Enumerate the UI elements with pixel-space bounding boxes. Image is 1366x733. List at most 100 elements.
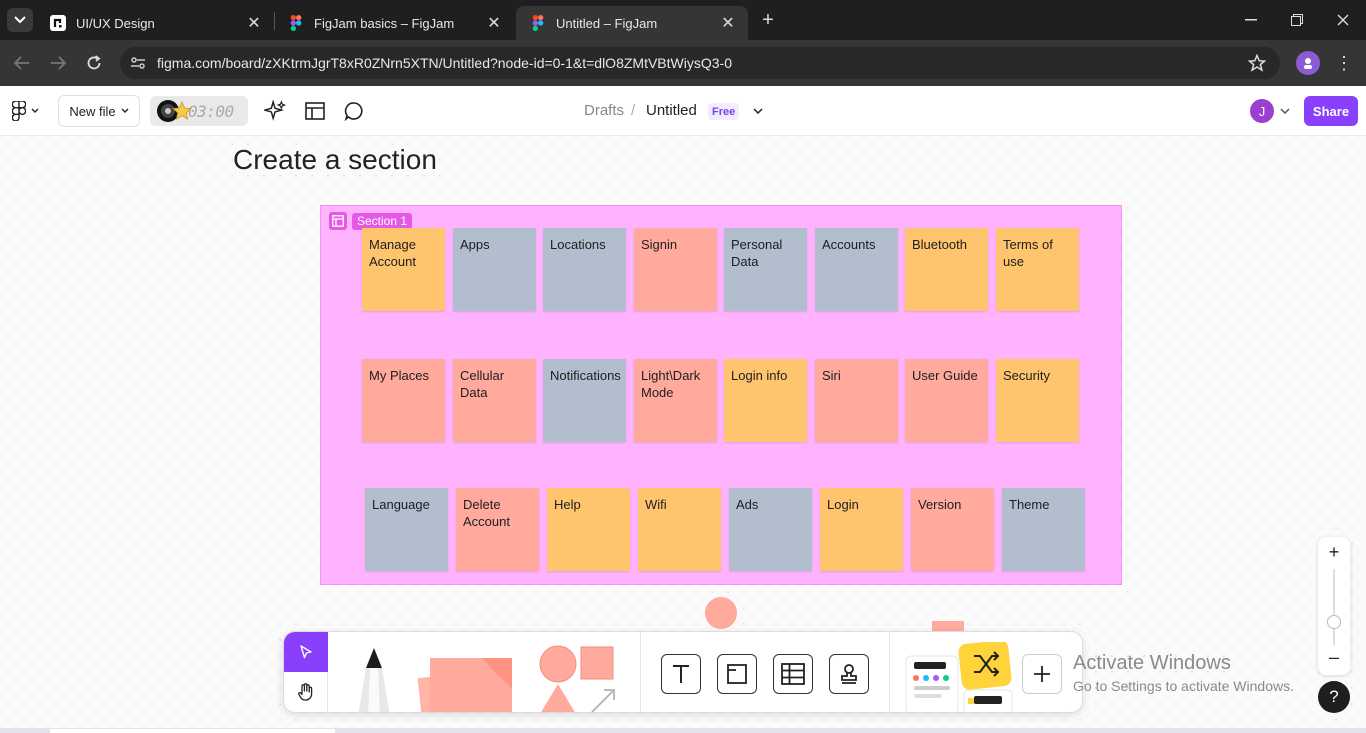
stamp-tool[interactable] [829, 654, 869, 694]
canvas-heading[interactable]: Create a section [233, 144, 437, 176]
url-text[interactable]: figma.com/board/zXKtrmJgrT8xR0ZNrn5XTN/U… [157, 55, 732, 71]
watermark-title: Activate Windows [1073, 652, 1231, 674]
close-icon[interactable]: ✕ [244, 13, 264, 33]
sticky-note[interactable]: Login [820, 488, 903, 571]
close-icon[interactable]: ✕ [484, 13, 504, 33]
zoom-slider-track[interactable] [1333, 569, 1335, 645]
sticky-note[interactable]: Delete Account [456, 488, 539, 571]
circle-shape[interactable] [705, 597, 737, 629]
minimize-icon[interactable] [1236, 8, 1266, 32]
sticky-note[interactable]: User Guide [905, 359, 988, 442]
chevron-down-icon[interactable] [1274, 100, 1296, 122]
table-icon [781, 663, 805, 685]
help-button[interactable]: ? [1318, 681, 1350, 713]
sticky-note[interactable]: Cellular Data [453, 359, 536, 442]
timer-widget[interactable]: 03:00 [150, 96, 248, 126]
hand-icon [298, 683, 313, 701]
sticky-note[interactable]: Help [547, 488, 630, 571]
address-bar-row: figma.com/board/zXKtrmJgrT8xR0ZNrn5XTN/U… [0, 40, 1366, 86]
sticky-note[interactable]: Notifications [543, 359, 626, 442]
watermark-subtitle: Go to Settings to activate Windows. [1073, 678, 1294, 694]
tab-title: Untitled – FigJam [556, 15, 658, 31]
cursor-icon [300, 645, 312, 659]
sticky-note[interactable]: Version [911, 488, 994, 571]
sticky-note[interactable]: Terms of use [996, 228, 1079, 311]
breadcrumb-drafts[interactable]: Drafts [584, 102, 624, 119]
tab-untitled-figjam[interactable]: Untitled – FigJam ✕ [516, 6, 748, 40]
tab-figjam-basics[interactable]: FigJam basics – FigJam ✕ [274, 6, 514, 40]
text-icon [673, 665, 689, 683]
sticky-note[interactable]: Apps [453, 228, 536, 311]
sticky-note[interactable]: Ads [729, 488, 812, 571]
reload-icon[interactable] [82, 51, 106, 75]
figma-icon [530, 15, 546, 31]
scrollbar-thumb[interactable] [50, 729, 335, 733]
chevron-down-icon[interactable] [747, 100, 769, 122]
new-tab-icon[interactable]: + [756, 8, 780, 32]
zoom-in-button[interactable]: + [1318, 540, 1350, 564]
new-file-label: New file [69, 103, 116, 119]
sticky-note[interactable]: Accounts [815, 228, 898, 311]
sticky-note[interactable]: Light\Dark Mode [634, 359, 717, 442]
tab-search-button[interactable] [7, 8, 33, 32]
sticky-note[interactable]: Signin [634, 228, 717, 311]
figjam-toolbar: New file 03:00 Drafts / Untitled Free J … [0, 86, 1366, 136]
section-icon [329, 212, 347, 230]
url-bar[interactable]: figma.com/board/zXKtrmJgrT8xR0ZNrn5XTN/U… [120, 47, 1280, 79]
figma-icon [288, 15, 304, 31]
sticky-note[interactable]: Personal Data [724, 228, 807, 311]
pointer-tools [284, 632, 328, 712]
sticky-note[interactable]: Security [996, 359, 1079, 442]
browser-menu-icon[interactable]: ⋮ [1335, 51, 1353, 75]
sticky-note[interactable]: Locations [543, 228, 626, 311]
restore-icon[interactable] [1282, 8, 1312, 32]
sticky-note[interactable]: Language [365, 488, 448, 571]
sticky-note[interactable]: Bluetooth [905, 228, 988, 311]
avatar[interactable]: J [1250, 99, 1274, 123]
sticky-note[interactable]: Theme [1002, 488, 1085, 571]
browser-profile-icon[interactable] [1296, 51, 1320, 75]
forward-arrow-icon[interactable] [46, 51, 70, 75]
back-arrow-icon[interactable] [10, 51, 34, 75]
toolbar-divider [640, 632, 641, 712]
horizontal-scrollbar[interactable] [0, 728, 1366, 733]
sticky-note[interactable]: Wifi [638, 488, 721, 571]
shapes-tool[interactable] [534, 644, 624, 713]
chevron-down-icon [31, 108, 39, 113]
share-button[interactable]: Share [1304, 96, 1358, 126]
sticky-note[interactable]: My Places [362, 359, 445, 442]
move-tool-button[interactable] [284, 632, 328, 672]
zoom-out-button[interactable]: – [1318, 645, 1350, 669]
chevron-down-icon [14, 16, 26, 24]
creation-toolbar [283, 631, 1083, 713]
section-name: Section 1 [352, 212, 413, 230]
more-tools-button[interactable] [1022, 654, 1062, 694]
hand-tool-button[interactable] [284, 672, 328, 712]
sticky-note[interactable]: Login info [724, 359, 807, 442]
sticky-note[interactable]: Manage Account [362, 228, 445, 311]
toolbar-divider [889, 632, 890, 712]
section-tool[interactable] [717, 654, 757, 694]
templates-icon[interactable] [304, 100, 326, 122]
new-file-button[interactable]: New file [58, 95, 140, 127]
sticky-note[interactable]: Siri [815, 359, 898, 442]
sticky-note-tool[interactable] [412, 644, 522, 713]
plugins-widgets-tool[interactable] [904, 642, 1016, 713]
table-tool[interactable] [773, 654, 813, 694]
ai-sparkle-icon[interactable] [264, 100, 286, 122]
text-tool[interactable] [661, 654, 701, 694]
marker-tool[interactable] [352, 646, 396, 713]
breadcrumb-separator: / [631, 102, 636, 119]
comment-icon[interactable] [343, 100, 365, 122]
tab-uiux-design[interactable]: UI/UX Design ✕ [36, 6, 274, 40]
board-canvas[interactable]: Create a section Section 1 Manage Accoun… [0, 136, 1366, 733]
main-menu-button[interactable] [12, 101, 42, 121]
close-icon[interactable]: ✕ [718, 13, 738, 33]
site-info-icon[interactable] [128, 53, 148, 73]
zoom-slider-handle[interactable] [1327, 615, 1341, 629]
window-close-icon[interactable] [1328, 8, 1358, 32]
file-name[interactable]: Untitled [646, 102, 697, 119]
timer-music-icon [157, 100, 192, 122]
bookmark-star-icon[interactable] [1246, 52, 1268, 74]
section-frame-icon [727, 664, 747, 684]
